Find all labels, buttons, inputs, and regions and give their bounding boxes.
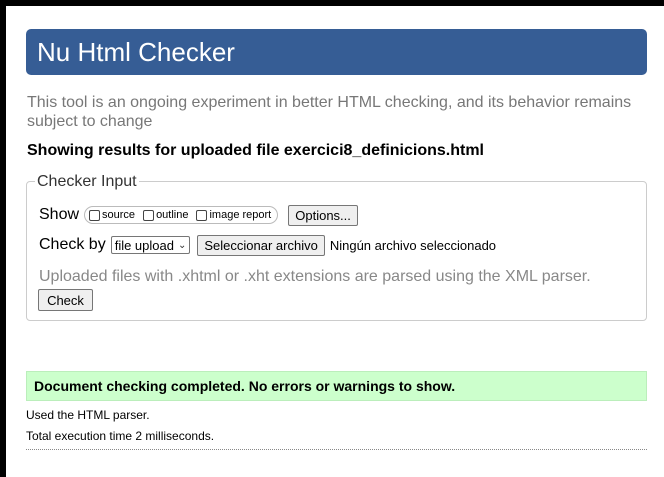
show-options-group: source outline image report [84,206,279,224]
page-title-banner: Nu Html Checker [26,29,647,75]
options-button[interactable]: Options... [288,204,358,226]
parser-info: Used the HTML parser. [26,408,150,422]
image-report-checkbox[interactable] [196,209,208,221]
check-by-select[interactable]: file upload ⌄ [110,236,191,254]
success-message: Document checking completed. No errors o… [26,371,647,401]
page-title: Nu Html Checker [37,37,235,67]
choose-file-button[interactable]: Seleccionar archivo [197,234,325,256]
results-heading: Showing results for uploaded file exerci… [27,142,484,159]
chevron-down-icon: ⌄ [177,239,187,251]
show-outline-option[interactable]: outline [143,209,188,221]
check-by-row: Check by file upload ⌄ Seleccionar archi… [39,234,496,256]
show-image-report-option[interactable]: image report [196,209,271,221]
file-status: Ningún archivo seleccionado [329,237,497,253]
check-button[interactable]: Check [38,289,93,311]
checker-input-fieldset: Checker Input Show source outline image … [26,173,647,321]
intro-text: This tool is an ongoing experiment in be… [27,94,632,130]
xml-parser-note: Uploaded files with .xhtml or .xht exten… [39,268,591,285]
show-row: Show source outline image report Options… [39,204,358,226]
source-checkbox[interactable] [89,209,101,221]
show-label: Show [39,206,80,223]
check-by-label: Check by [39,236,106,253]
page: Nu Html Checker This tool is an ongoing … [6,6,664,477]
source-label: source [102,209,136,221]
outline-checkbox[interactable] [143,209,155,221]
image-report-label: image report [209,209,272,221]
show-source-option[interactable]: source [89,209,135,221]
outline-label: outline [156,209,189,221]
execution-time: Total execution time 2 milliseconds. [26,429,215,443]
divider [26,449,647,450]
checker-input-legend: Checker Input [35,173,139,191]
check-by-selected: file upload [114,237,174,253]
